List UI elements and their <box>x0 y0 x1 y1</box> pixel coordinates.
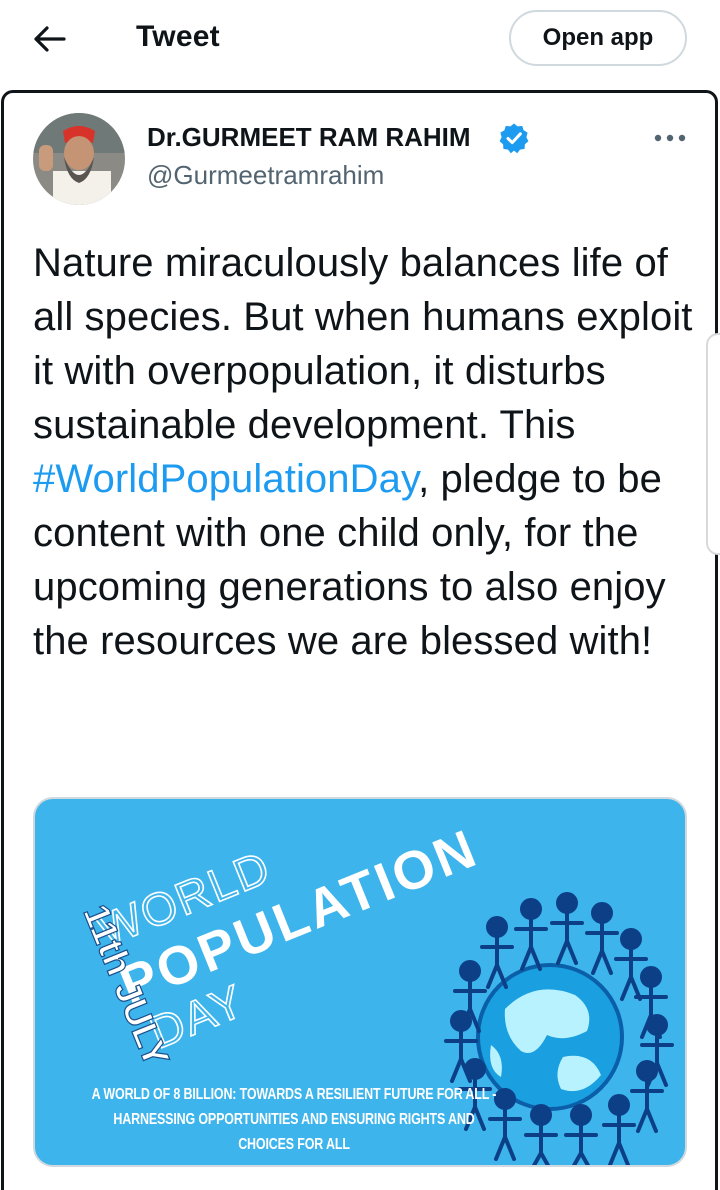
author-display-name[interactable]: Dr.GURMEET RAM RAHIM <box>147 122 471 153</box>
arrow-left-icon[interactable] <box>30 22 70 56</box>
hashtag-link[interactable]: #WorldPopulationDay <box>33 457 418 501</box>
open-app-button[interactable]: Open app <box>509 10 687 66</box>
author-handle[interactable]: @Gurmeetramrahim <box>147 160 384 191</box>
page-title: Tweet <box>136 20 220 53</box>
tweet-text-start: Nature miraculously balances life of all… <box>33 241 693 447</box>
media-caption-line2: HARNESSING OPPORTUNITIES AND ENSURING RI… <box>113 1111 475 1128</box>
tweet-text: Nature miraculously balances life of all… <box>33 236 699 668</box>
top-bar: Tweet Open app <box>0 0 720 84</box>
media-caption-line3: CHOICES FOR ALL <box>238 1136 350 1153</box>
scroll-handle[interactable] <box>706 333 720 555</box>
media-caption-line1: A WORLD OF 8 BILLION: TOWARDS A RESILIEN… <box>91 1086 497 1103</box>
verified-badge-icon <box>498 122 530 154</box>
avatar[interactable] <box>33 113 125 205</box>
more-horizontal-icon[interactable] <box>652 126 688 150</box>
media-caption: A WORLD OF 8 BILLION: TOWARDS A RESILIEN… <box>60 1082 528 1157</box>
